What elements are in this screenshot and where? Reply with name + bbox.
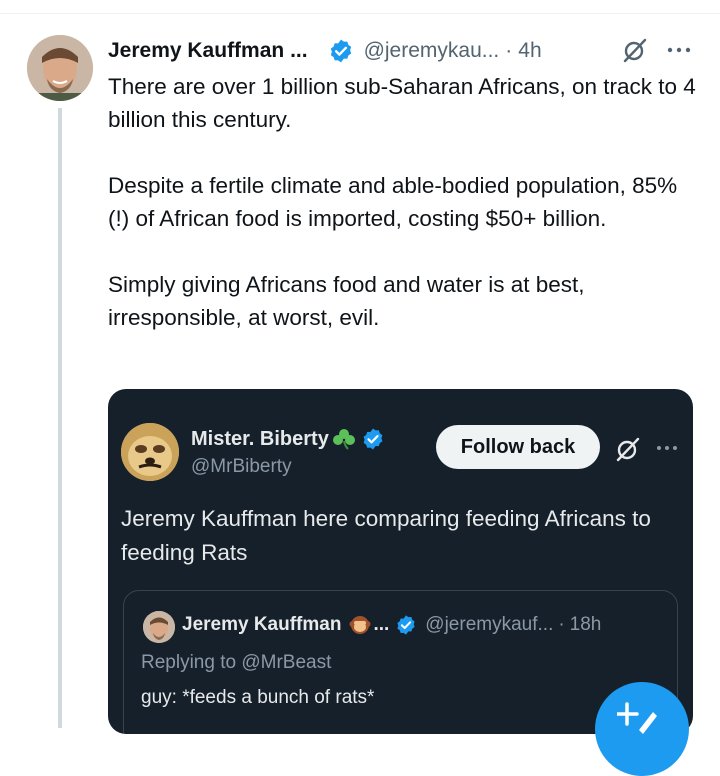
- nested-text: guy: *feeds a bunch of rats*: [141, 687, 375, 708]
- quote-author-line: Mister. Biberty: [191, 427, 385, 451]
- shamrock-icon: [331, 428, 357, 450]
- quote-text: Jeremy Kauffman here comparing feeding A…: [121, 506, 651, 565]
- quote-author-avatar[interactable]: [121, 423, 179, 481]
- grok-icon[interactable]: [621, 36, 649, 64]
- tweet-paragraph: Simply giving Africans food and water is…: [108, 272, 585, 330]
- thread-line: [58, 108, 62, 728]
- tweet-body: There are over 1 billion sub-Saharan Afr…: [108, 70, 698, 334]
- compose-post-icon: [615, 700, 657, 740]
- author-name[interactable]: Jeremy Kauffman ...: [108, 39, 308, 63]
- monkey-emoji-icon: [349, 614, 371, 636]
- top-divider: [0, 13, 720, 14]
- quoted-tweet-card[interactable]: Mister. Biberty @MrBiberty Follow back J…: [108, 389, 693, 734]
- compose-post-button[interactable]: [595, 682, 689, 776]
- separator-dot: ·: [558, 614, 565, 635]
- tweet-time[interactable]: 4h: [518, 39, 541, 63]
- nested-header: Jeremy Kauffman ... @jeremykauf... · 18h: [182, 614, 601, 636]
- separator-dot: ·: [505, 39, 513, 62]
- author-handle[interactable]: @jeremykau...: [364, 39, 500, 63]
- more-options-icon[interactable]: [665, 36, 693, 64]
- grok-icon[interactable]: [614, 435, 642, 463]
- nested-author-name[interactable]: Jeremy Kauffman: [182, 614, 341, 636]
- replying-to[interactable]: Replying to @MrBeast: [141, 652, 331, 674]
- more-options-icon[interactable]: [654, 435, 680, 461]
- tweet-paragraph: There are over 1 billion sub-Saharan Afr…: [108, 74, 696, 132]
- tweet-header: Jeremy Kauffman ... @jeremykau... · 4h: [108, 36, 708, 66]
- quote-author-name[interactable]: Mister. Biberty: [191, 428, 329, 451]
- author-avatar[interactable]: [27, 35, 93, 101]
- nested-quoted-tweet[interactable]: Jeremy Kauffman ... @jeremykauf... · 18h…: [123, 590, 678, 734]
- tweet-paragraph: Despite a fertile climate and able-bodie…: [108, 173, 678, 231]
- nested-tweet-time[interactable]: 18h: [570, 614, 602, 636]
- nested-author-avatar[interactable]: [143, 611, 175, 643]
- follow-back-button[interactable]: Follow back: [436, 425, 600, 469]
- nested-author-handle[interactable]: @jeremykauf...: [425, 614, 553, 636]
- verified-badge-icon: [395, 614, 417, 636]
- verified-badge-icon: [361, 427, 385, 451]
- nested-name-ellipsis: ...: [373, 614, 390, 635]
- verified-badge-icon: [328, 38, 354, 64]
- quote-author-handle[interactable]: @MrBiberty: [191, 456, 292, 478]
